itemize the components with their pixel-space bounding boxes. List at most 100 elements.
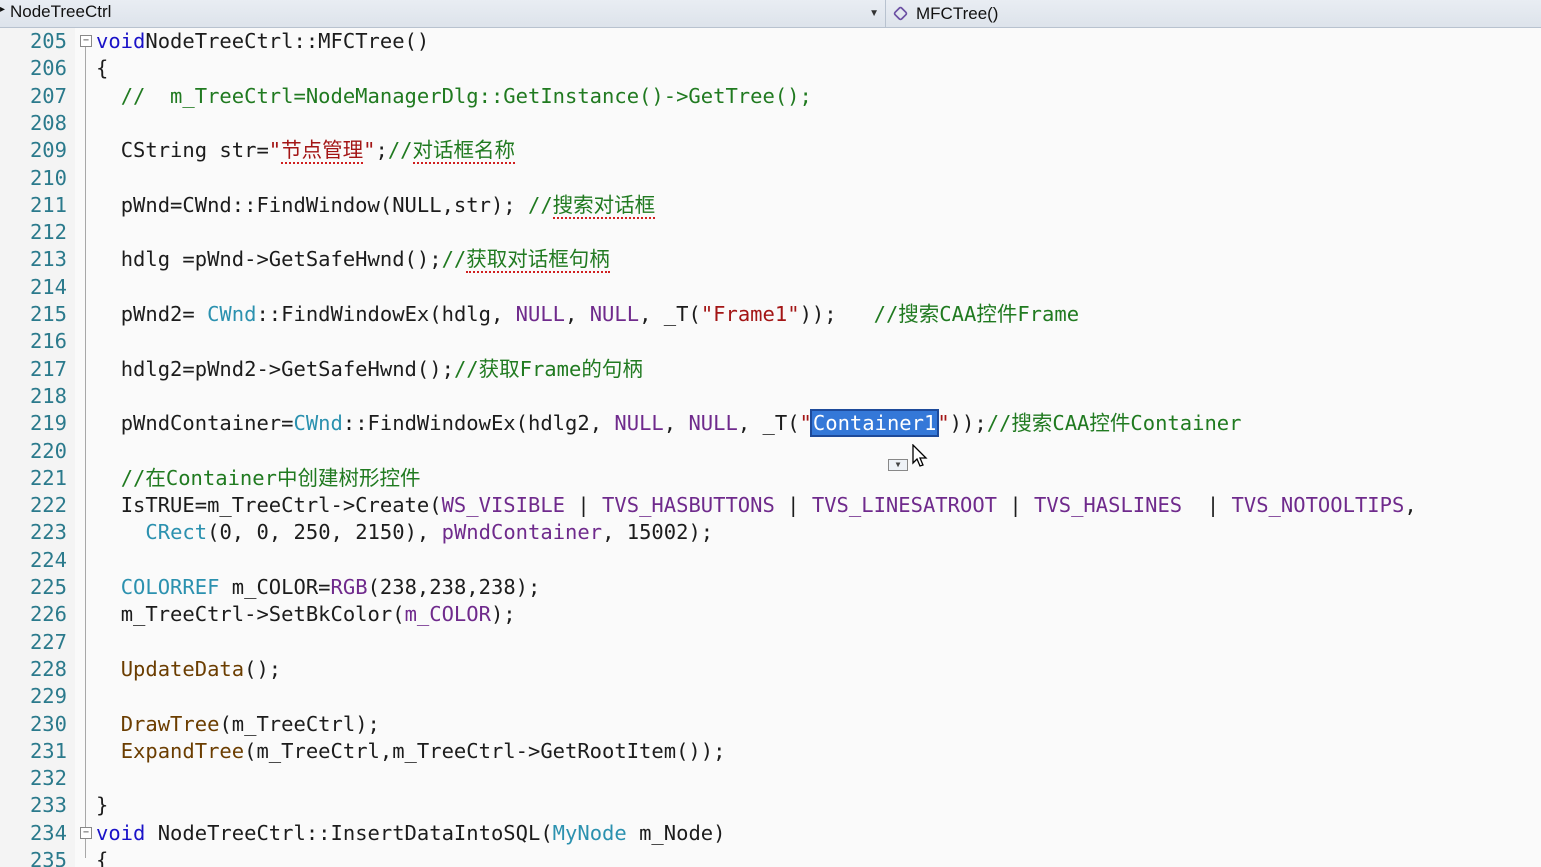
code-line[interactable]: 232: [0, 765, 1541, 792]
code-token: hdlg2=pWnd2->GetSafeHwnd();: [120, 356, 454, 381]
code-line[interactable]: 208: [0, 110, 1541, 137]
code-token: ": [937, 411, 950, 436]
line-number: 232: [29, 766, 67, 791]
code-token: MyNode: [552, 820, 627, 845]
code-token: TVS_HASBUTTONS: [602, 493, 775, 518]
code-text: //在Container中创建树形控件: [121, 465, 421, 492]
code-token: ::FindWindowEx(hdlg2,: [342, 411, 615, 436]
code-token: pWnd=CWnd::FindWindow(NULL,str);: [120, 192, 528, 217]
code-token: NULL: [688, 411, 738, 436]
code-token: m_COLOR=: [219, 575, 331, 599]
code-line[interactable]: 224: [0, 547, 1541, 574]
line-number: 208: [29, 110, 67, 135]
code-token: CWnd: [293, 411, 343, 436]
code-token: 节点管理: [281, 138, 364, 165]
line-number: 221: [29, 465, 67, 490]
code-token: // m_TreeCtrl=NodeManagerDlg::GetInstanc…: [120, 83, 812, 108]
code-token: //搜索CAA控件Container: [986, 411, 1242, 436]
line-number: 210: [29, 165, 67, 190]
code-line[interactable]: 227: [0, 629, 1541, 656]
code-token: ExpandTree: [120, 738, 245, 763]
smart-tag-icon[interactable]: ▼: [888, 459, 908, 471]
chevron-down-icon[interactable]: ▼: [869, 0, 879, 28]
code-line[interactable]: 219 pWndContainer=CWnd::FindWindowEx(hdlg…: [0, 409, 1541, 438]
code-text: UpdateData();: [121, 656, 281, 683]
code-line[interactable]: 214: [0, 274, 1541, 301]
code-line[interactable]: 210: [0, 165, 1541, 192]
code-line[interactable]: 231 ExpandTree(m_TreeCtrl,m_TreeCtrl->Get…: [0, 738, 1541, 765]
code-line[interactable]: 215 pWnd2= CWnd::FindWindowEx(hdlg, NULL,…: [0, 301, 1541, 328]
code-line[interactable]: 211 pWnd=CWnd::FindWindow(NULL,str); //搜索…: [0, 192, 1541, 219]
line-number: 222: [29, 493, 67, 518]
code-line[interactable]: 221 //在Container中创建树形控件: [0, 465, 1541, 492]
code-line[interactable]: 218: [0, 383, 1541, 410]
code-token: //: [527, 192, 553, 217]
code-token: //: [387, 138, 413, 163]
code-line[interactable]: 216: [0, 328, 1541, 355]
collapse-toggle-icon[interactable]: [80, 826, 92, 839]
code-line[interactable]: 212: [0, 219, 1541, 246]
code-token: ": [268, 138, 282, 163]
code-text: COLORREF m_COLOR=RGB(238,238,238);: [121, 574, 541, 601]
code-text: ExpandTree(m_TreeCtrl,m_TreeCtrl->GetRoo…: [121, 738, 726, 765]
code-token: |: [565, 493, 603, 518]
line-number: 219: [29, 411, 67, 436]
code-editor[interactable]: 205 voidNodeTreeCtrl::MFCTree()206{207 // …: [0, 28, 1541, 867]
code-token: ));: [799, 302, 874, 326]
code-text: CString str="节点管理";//对话框名称: [120, 137, 516, 165]
code-token: UpdateData: [120, 656, 245, 681]
code-line[interactable]: 234 void NodeTreeCtrl::InsertDataIntoSQL(…: [0, 820, 1541, 847]
line-number: 213: [29, 247, 67, 272]
line-number: 225: [29, 575, 67, 599]
code-line[interactable]: 223 CRect(0, 0, 250, 2150), pWndContainer…: [0, 519, 1541, 546]
code-token: RGB: [330, 575, 368, 599]
code-line[interactable]: 209 CString str="节点管理";//对话框名称: [0, 137, 1541, 165]
line-number: 214: [29, 274, 67, 299]
code-token: ": [799, 411, 812, 436]
code-token: CString str=: [120, 138, 269, 163]
code-line[interactable]: 222 IsTRUE=m_TreeCtrl->Create(WS_VISIBLE …: [0, 492, 1541, 519]
line-number: 205: [29, 29, 67, 53]
code-token: NULL: [589, 302, 640, 326]
line-number: 234: [29, 820, 67, 845]
selected-text: Container1: [809, 409, 940, 438]
code-token: ();: [244, 656, 282, 681]
code-line[interactable]: 206 {: [0, 55, 1541, 82]
code-token: NULL: [515, 302, 566, 326]
line-number: 207: [29, 83, 67, 108]
line-number: 218: [29, 383, 67, 408]
code-line[interactable]: 233}: [0, 792, 1541, 819]
code-token: //在Container中创建树形控件: [120, 465, 421, 490]
code-line[interactable]: 230 DrawTree(m_TreeCtrl);: [0, 711, 1541, 738]
code-text: voidNodeTreeCtrl::MFCTree(): [96, 28, 429, 55]
code-token: //搜索CAA控件Frame: [873, 302, 1080, 326]
code-token: );: [490, 602, 516, 627]
scope-dropdown[interactable]: ▸ NodeTreeCtrl ▼: [0, 0, 886, 27]
line-number: 226: [29, 602, 67, 627]
code-text: }: [96, 792, 108, 819]
code-line[interactable]: 226 m_TreeCtrl->SetBkColor(m_COLOR);: [0, 601, 1541, 628]
code-line[interactable]: 225 COLORREF m_COLOR=RGB(238,238,238);: [0, 574, 1541, 601]
code-token: IsTRUE=m_TreeCtrl->Create(: [120, 493, 442, 518]
code-line[interactable]: 220: [0, 438, 1541, 465]
code-line[interactable]: 217 hdlg2=pWnd2->GetSafeHwnd();//获取Frame的…: [0, 356, 1541, 383]
code-token: //: [441, 247, 467, 272]
collapse-toggle-icon[interactable]: [80, 35, 92, 47]
code-token: NodeTreeCtrl::InsertDataIntoSQL(: [145, 820, 553, 845]
code-token: ;: [375, 138, 388, 163]
code-token: COLORREF: [120, 575, 220, 599]
code-line[interactable]: 228 UpdateData();: [0, 656, 1541, 683]
member-dropdown[interactable]: MFCTree(): [892, 0, 998, 27]
line-number: 231: [29, 738, 67, 763]
code-line[interactable]: 207 // m_TreeCtrl=NodeManagerDlg::GetInst…: [0, 83, 1541, 110]
code-token: (0, 0, 250, 2150),: [207, 520, 442, 545]
code-token: m_Node): [626, 820, 726, 845]
code-token: |: [774, 493, 812, 518]
line-number: 217: [29, 356, 67, 381]
code-line[interactable]: 205 voidNodeTreeCtrl::MFCTree(): [0, 28, 1541, 55]
code-token: pWndContainer=: [120, 411, 294, 436]
code-line[interactable]: 229: [0, 683, 1541, 710]
code-line[interactable]: 213 hdlg =pWnd->GetSafeHwnd();//获取对话框句柄: [0, 246, 1541, 274]
code-token: (m_TreeCtrl);: [219, 711, 380, 736]
code-line[interactable]: 235 {: [0, 847, 1541, 867]
